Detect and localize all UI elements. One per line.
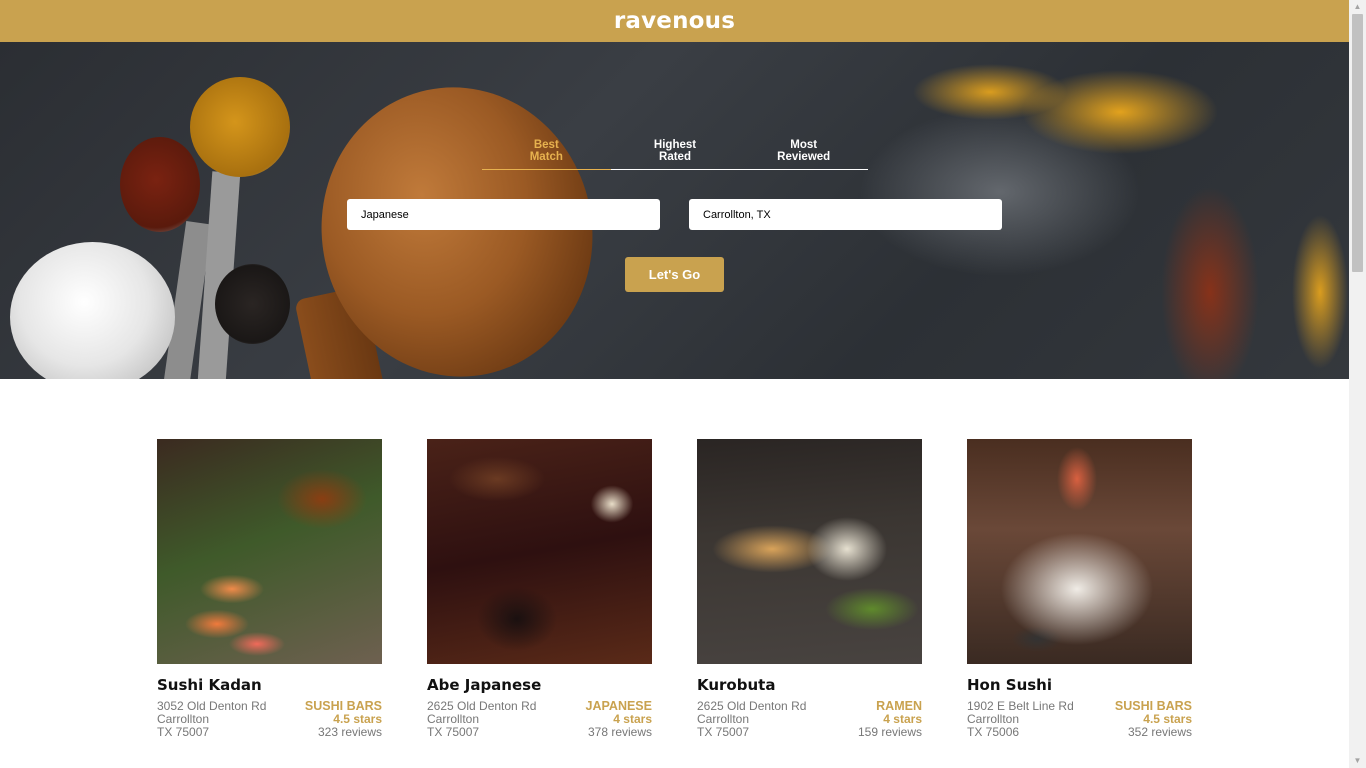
brand-logo: ravenous	[613, 8, 736, 34]
business-info: 2625 Old Denton Rd Carrollton TX 75007 J…	[427, 700, 652, 739]
sort-best-match[interactable]: Best Match	[482, 138, 611, 170]
business-name: Abe Japanese	[427, 676, 542, 694]
business-review-count: 323 reviews	[317, 725, 382, 739]
business-meta: SUSHI BARS 4.5 stars 352 reviews	[1115, 700, 1192, 739]
hero-peppercorns	[215, 264, 290, 344]
app-header: ravenous	[0, 0, 1349, 42]
business-name: Hon Sushi	[967, 676, 1052, 694]
address-state-zip: TX 75007	[697, 725, 750, 739]
business-review-count: 159 reviews	[857, 725, 922, 739]
business-info: 3052 Old Denton Rd Carrollton TX 75007 S…	[157, 700, 382, 739]
sort-most-reviewed[interactable]: Most Reviewed	[739, 138, 868, 169]
sort-highest-rated[interactable]: Highest Rated	[611, 138, 740, 169]
business-info: 1902 E Belt Line Rd Carrollton TX 75006 …	[967, 700, 1192, 739]
search-hero	[0, 42, 1349, 379]
business-meta: RAMEN 4 stars 159 reviews	[858, 700, 922, 739]
address-state-zip: TX 75007	[157, 725, 210, 739]
hero-garlic	[10, 242, 175, 379]
address-state-zip: TX 75006	[967, 725, 1020, 739]
business-review-count: 378 reviews	[587, 725, 652, 739]
business-name: Kurobuta	[697, 676, 776, 694]
sort-options: Best Match Highest Rated Most Reviewed	[482, 138, 868, 170]
business-address: 2625 Old Denton Rd Carrollton TX 75007	[697, 700, 806, 739]
business-address: 2625 Old Denton Rd Carrollton TX 75007	[427, 700, 536, 739]
business-image[interactable]	[157, 439, 382, 664]
business-card[interactable]: Sushi Kadan 3052 Old Denton Rd Carrollto…	[157, 439, 382, 739]
business-address: 1902 E Belt Line Rd Carrollton TX 75006	[967, 700, 1074, 739]
business-meta: SUSHI BARS 4.5 stars 323 reviews	[305, 700, 382, 739]
page-scrollbar[interactable]: ▲ ▼	[1349, 0, 1366, 768]
search-term-input[interactable]	[347, 199, 660, 230]
search-location-input[interactable]	[689, 199, 1002, 230]
business-meta: JAPANESE 4 stars 378 reviews	[586, 700, 652, 739]
business-image[interactable]	[967, 439, 1192, 664]
business-image[interactable]	[427, 439, 652, 664]
scroll-up-arrow-icon[interactable]: ▲	[1349, 0, 1366, 14]
hero-turmeric	[190, 77, 290, 177]
business-card[interactable]: Abe Japanese 2625 Old Denton Rd Carrollt…	[427, 439, 652, 739]
scrollbar-thumb[interactable]	[1352, 14, 1363, 272]
business-address: 3052 Old Denton Rd Carrollton TX 75007	[157, 700, 266, 739]
business-card[interactable]: Kurobuta 2625 Old Denton Rd Carrollton T…	[697, 439, 922, 739]
business-info: 2625 Old Denton Rd Carrollton TX 75007 R…	[697, 700, 922, 739]
lets-go-button[interactable]: Let's Go	[625, 257, 724, 292]
business-card[interactable]: Hon Sushi 1902 E Belt Line Rd Carrollton…	[967, 439, 1192, 739]
hero-paprika	[120, 137, 200, 232]
business-review-count: 352 reviews	[1127, 725, 1192, 739]
address-state-zip: TX 75007	[427, 725, 480, 739]
business-name: Sushi Kadan	[157, 676, 262, 694]
business-image[interactable]	[697, 439, 922, 664]
scroll-down-arrow-icon[interactable]: ▼	[1349, 754, 1366, 768]
